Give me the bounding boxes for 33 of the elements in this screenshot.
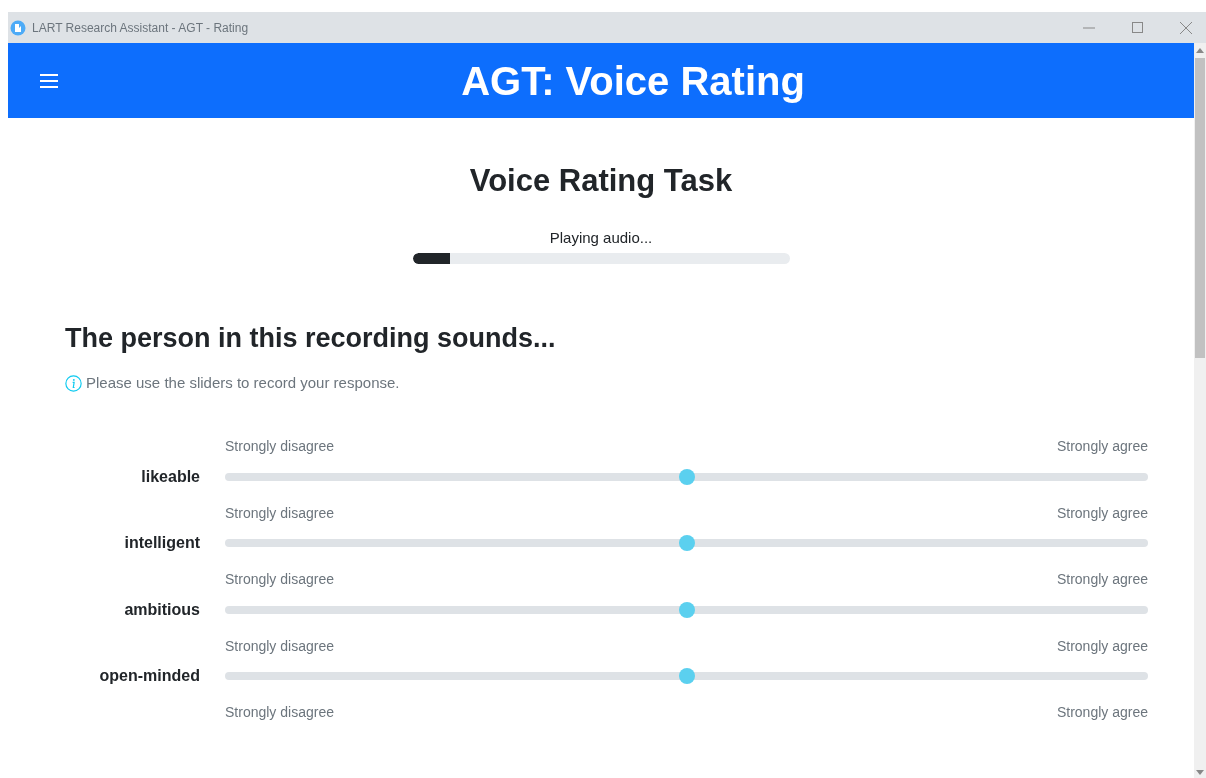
slider-thumb[interactable] <box>678 535 695 551</box>
menu-icon[interactable] <box>40 72 58 89</box>
task-title: Voice Rating Task <box>469 162 733 200</box>
scroll-down-icon[interactable] <box>1196 770 1204 775</box>
slider-thumb[interactable] <box>678 668 695 684</box>
trait-label: open-minded <box>98 666 200 686</box>
hint-text: Please use the sliders to record your response. <box>86 373 400 393</box>
scale-max-label: Strongly agree <box>1056 503 1148 523</box>
scale-max-label: Strongly agree <box>1056 437 1148 456</box>
slider-thumb[interactable] <box>678 468 695 485</box>
scrollbar-thumb[interactable] <box>1195 58 1205 358</box>
scale-max-label: Strongly agree <box>1056 570 1148 589</box>
trait-label: likeable <box>140 466 200 487</box>
status-text: Playing audio... <box>549 227 653 248</box>
scrollbar[interactable] <box>1194 43 1206 778</box>
window-title: LART Research Assistant - AGT - Rating <box>32 19 249 37</box>
info-icon <box>65 374 82 392</box>
slider-thumb[interactable] <box>678 601 695 618</box>
scale-min-label: Strongly disagree <box>225 636 334 656</box>
question-heading: The person in this recording sounds... <box>65 322 557 356</box>
scale-min-label: Strongly disagree <box>225 437 334 456</box>
scale-min-label: Strongly disagree <box>225 503 334 523</box>
scale-max-label: Strongly agree <box>1056 703 1148 722</box>
header-title: AGT: Voice Rating <box>461 57 805 105</box>
maximize-icon[interactable] <box>1132 22 1143 33</box>
close-icon[interactable] <box>1180 21 1192 34</box>
scale-min-label: Strongly disagree <box>225 570 334 589</box>
app-logo-icon <box>10 19 26 36</box>
scale-min-label: Strongly disagree <box>225 703 334 722</box>
scale-max-label: Strongly agree <box>1056 636 1148 656</box>
scroll-up-icon[interactable] <box>1196 48 1204 53</box>
trait-label: intelligent <box>123 533 200 553</box>
trait-label: ambitious <box>123 599 200 620</box>
